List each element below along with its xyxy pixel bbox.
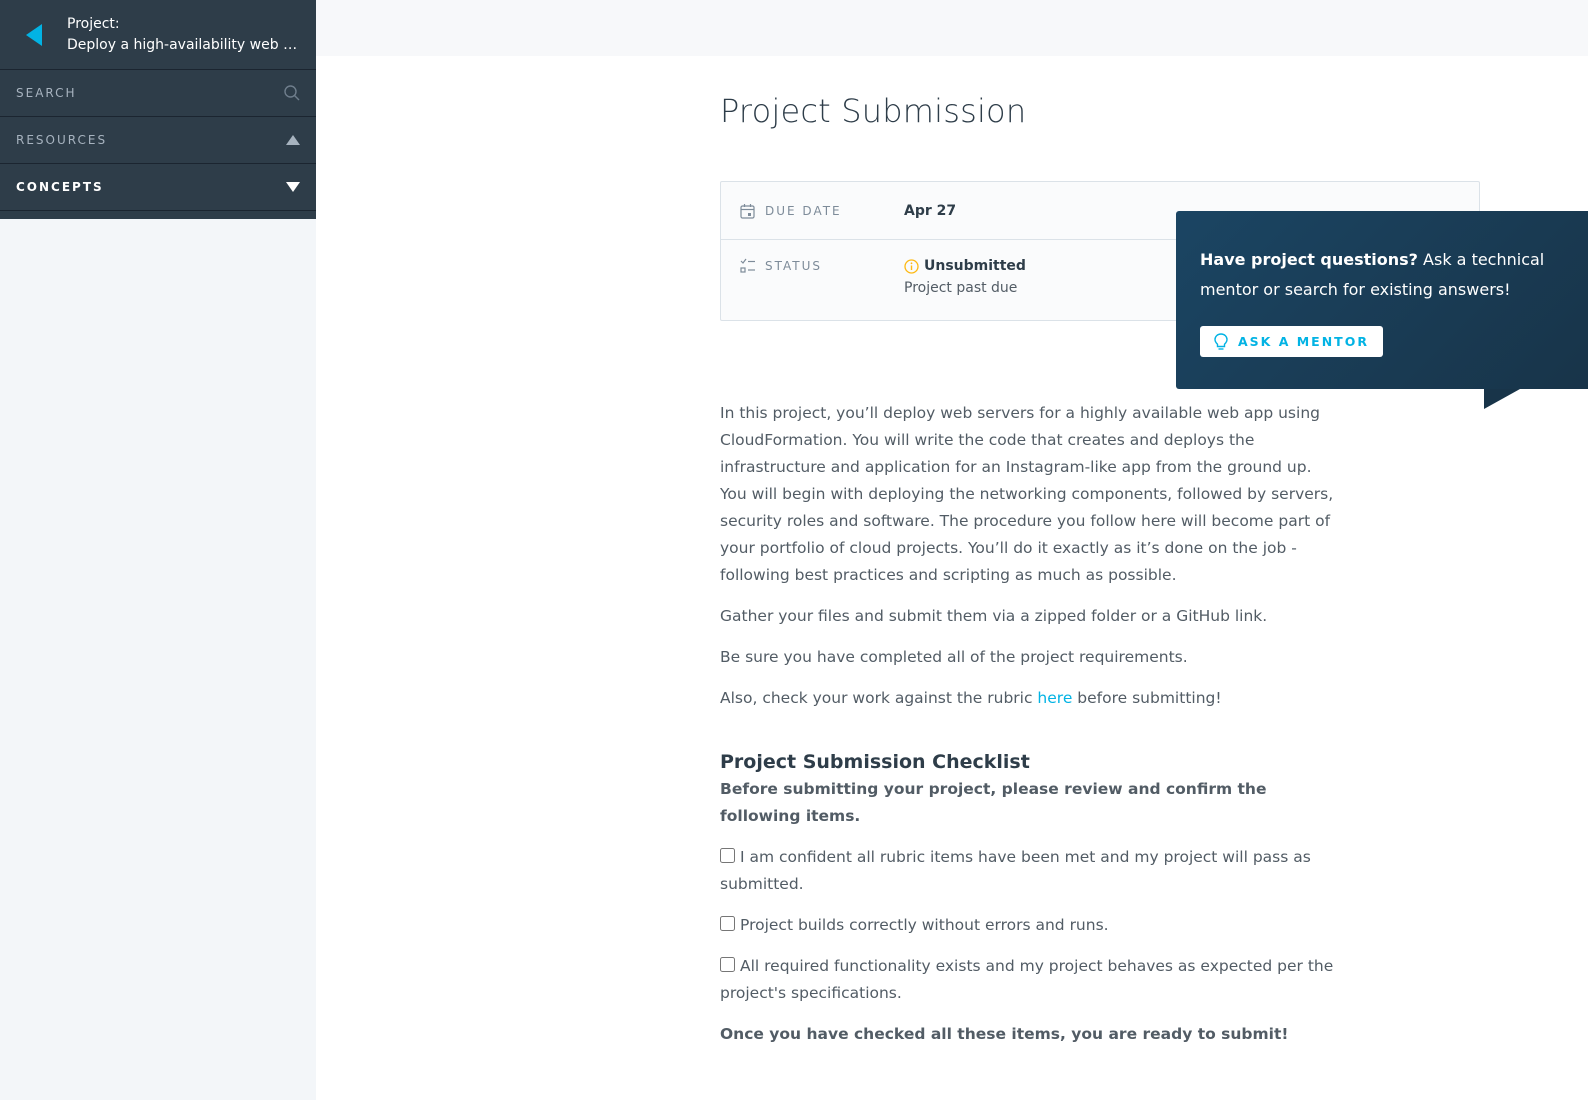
checklist-checkbox[interactable] (720, 957, 735, 972)
checklist-item: I am confident all rubric items have bee… (720, 844, 1340, 898)
checklist-item: All required functionality exists and my… (720, 953, 1340, 1007)
lightbulb-icon (1214, 332, 1228, 350)
project-name: Deploy a high-availability web app ... (67, 36, 316, 53)
checklist-subtitle: Before submitting your project, please r… (720, 780, 1267, 825)
concepts-label: CONCEPTS (16, 180, 104, 194)
mentor-heading: Have project questions? (1200, 250, 1418, 269)
rubric-paragraph: Also, check your work against the rubric… (720, 685, 1340, 712)
status-label: STATUS (765, 259, 823, 273)
search-label: SEARCH (16, 86, 77, 100)
sidebar-header: Project: Deploy a high-availability web … (0, 0, 316, 70)
mentor-popup: Have project questions? Ask a technical … (1176, 211, 1588, 389)
status-text: Unsubmitted (924, 258, 1026, 274)
ask-mentor-label: ASK A MENTOR (1238, 334, 1369, 349)
checklist-item-label: All required functionality exists and my… (720, 957, 1334, 1002)
sidebar: Project: Deploy a high-availability web … (0, 0, 316, 1100)
checklist-item: Project builds correctly without errors … (720, 912, 1340, 939)
top-bar (316, 0, 1588, 56)
status-value: Unsubmitted Project past due (904, 258, 1026, 296)
status-subtext: Project past due (904, 280, 1018, 296)
back-arrow-icon (25, 23, 42, 46)
sidebar-divider (0, 211, 316, 219)
rubric-prefix: Also, check your work against the rubric (720, 689, 1038, 707)
page-title: Project Submission (720, 92, 1027, 130)
mentor-message: Have project questions? Ask a technical … (1200, 245, 1550, 305)
checklist-item-label: Project builds correctly without errors … (740, 916, 1109, 934)
sidebar-item-resources[interactable]: RESOURCES (0, 117, 316, 164)
project-label: Project: (67, 15, 120, 32)
checklist-item-label: I am confident all rubric items have bee… (720, 848, 1311, 893)
calendar-icon (740, 203, 755, 219)
resources-label: RESOURCES (16, 133, 108, 147)
due-date-label: DUE DATE (765, 203, 842, 218)
checklist-icon (740, 258, 755, 273)
description-paragraph: Be sure you have completed all of the pr… (720, 648, 1188, 666)
description-paragraph: In this project, you’ll deploy web serve… (720, 404, 1334, 584)
project-description: In this project, you’ll deploy web serve… (720, 400, 1340, 1048)
checklist-checkbox[interactable] (720, 916, 735, 931)
sidebar-item-concepts[interactable]: CONCEPTS (0, 164, 316, 211)
checklist-title: Project Submission Checklist (720, 751, 1030, 773)
search-icon (284, 85, 300, 101)
project-title: Project: Deploy a high-availability web … (67, 14, 316, 56)
due-date-value: Apr 27 (904, 202, 957, 219)
rubric-suffix: before submitting! (1072, 689, 1222, 707)
info-circle-icon (904, 258, 919, 274)
rubric-link[interactable]: here (1037, 689, 1072, 707)
chevron-down-icon (286, 182, 300, 192)
ask-mentor-button[interactable]: ASK A MENTOR (1200, 326, 1383, 357)
ready-note: Once you have checked all these items, y… (720, 1025, 1289, 1043)
popup-pointer (1484, 389, 1520, 409)
back-button[interactable] (0, 0, 67, 70)
chevron-up-icon (286, 135, 300, 145)
sidebar-search[interactable]: SEARCH (0, 70, 316, 117)
checklist-checkbox[interactable] (720, 848, 735, 863)
description-paragraph: Gather your files and submit them via a … (720, 607, 1268, 625)
